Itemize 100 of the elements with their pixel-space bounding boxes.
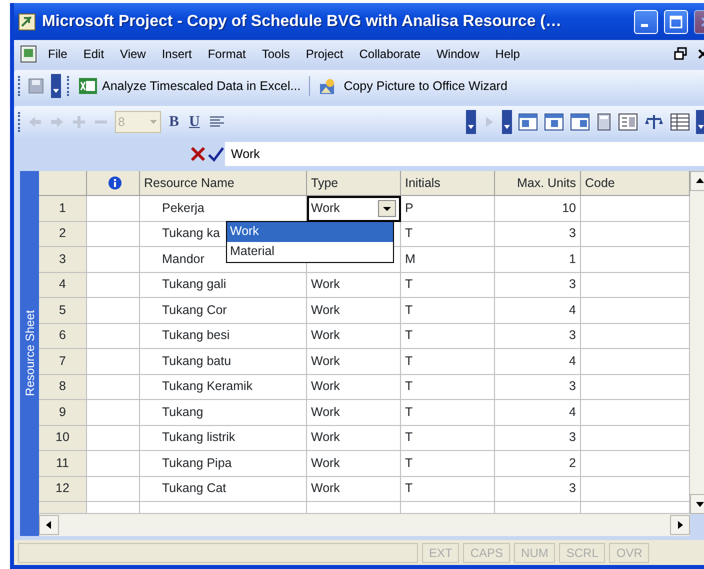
menu-item[interactable]: File [40,43,76,65]
row-number[interactable]: 4 [39,272,87,298]
view-icon[interactable] [570,113,590,131]
row-number[interactable]: 8 [39,374,87,400]
balance-icon[interactable] [644,113,664,131]
scroll-right-button[interactable] [670,515,690,535]
scroll-up-button[interactable] [690,171,704,191]
scroll-down-button[interactable] [690,494,704,514]
underline-button[interactable]: U [187,108,202,136]
table-cell: Work [307,272,401,298]
table-cell: 4 [495,400,581,426]
status-indicator: NUM [514,542,556,562]
table-icon[interactable] [670,113,690,131]
row-number [39,502,87,514]
view-label: Resource Sheet [22,310,38,397]
table-cell: 4 [495,349,581,374]
form-icon[interactable] [618,113,638,131]
bold-button[interactable]: B [167,108,182,136]
save-icon[interactable] [27,77,45,95]
column-header[interactable]: Resource Name [140,171,307,196]
view-icon[interactable] [518,113,538,131]
status-indicator: SCRL [559,542,606,562]
table-cell: Work [307,374,401,400]
table-cell: Tukang batu [140,349,307,374]
row-number[interactable]: 7 [39,349,87,374]
analyze-excel-button[interactable]: Analyze Timescaled Data in Excel... [76,74,303,98]
copy-picture-button[interactable]: Copy Picture to Office Wizard [316,74,510,98]
caret-icon [150,119,158,125]
chevron-icon[interactable] [502,110,512,134]
chevron-icon[interactable] [466,110,476,134]
row-number[interactable]: 2 [39,222,87,247]
status-indicator: EXT [422,542,460,562]
app-icon [18,12,36,30]
horizontal-scrollbar[interactable] [39,514,690,536]
row-number[interactable]: 11 [39,451,87,476]
menu-item[interactable]: Project [298,43,352,65]
column-header[interactable]: Initials [401,171,495,196]
table-cell: Tukang Pipa [140,451,307,476]
row-number[interactable]: 6 [39,324,87,349]
menu-item[interactable]: Help [487,43,528,65]
table-cell: T [401,400,495,426]
table-cell: 3 [495,374,581,400]
row-number[interactable]: 1 [39,196,87,222]
table-cell: T [401,426,495,451]
table-cell [87,400,140,426]
vertical-scrollbar[interactable] [690,171,704,514]
table-cell: 3 [495,324,581,349]
table-cell: Work [307,324,401,349]
right-arrow-icon [677,521,683,529]
chevron-icon[interactable] [51,74,61,98]
restore-icon[interactable] [674,47,688,61]
table-cell: Tukang Cat [140,476,307,502]
entry-field[interactable]: Work [225,142,704,166]
table-cell: Tukang Cor [140,298,307,324]
chevron-icon[interactable] [696,110,704,134]
table-cell: 3 [495,272,581,298]
dropdown-option[interactable]: Material [227,242,393,262]
table-cell: Tukang listrik [140,426,307,451]
menu-item[interactable]: Edit [75,43,112,65]
menu-item[interactable]: Tools [254,43,298,65]
table-cell: T [401,272,495,298]
info-icon [108,176,122,190]
status-indicator: CAPS [463,542,510,562]
table-cell: 1 [495,247,581,272]
cancel-icon[interactable] [189,145,207,163]
scroll-left-button[interactable] [39,515,59,535]
view-icon[interactable] [544,113,564,131]
dropdown-option[interactable]: Work [227,222,393,242]
table-cell: 3 [495,476,581,502]
column-header[interactable]: Code [581,171,690,196]
menu-item[interactable]: Collaborate [351,43,429,65]
table-cell: 3 [495,426,581,451]
minimize-button[interactable] [634,10,658,34]
table-cell [87,324,140,349]
table-cell [87,374,140,400]
row-number[interactable]: 9 [39,400,87,426]
row-number[interactable]: 5 [39,298,87,324]
table-cell: T [401,298,495,324]
column-header[interactable]: Max. Units [495,171,581,196]
check-icon[interactable] [207,145,225,163]
calculator-icon[interactable] [596,113,612,131]
table-cell: Tukang Keramik [140,374,307,400]
maximize-icon [669,14,683,28]
maximize-button[interactable] [664,10,688,34]
row-number[interactable]: 3 [39,247,87,272]
menu-item[interactable]: Window [428,43,488,65]
table-cell: Work [307,451,401,476]
row-number[interactable]: 10 [39,426,87,451]
table-cell: M [401,247,495,272]
table-cell: T [401,222,495,247]
menu-item[interactable]: Format [200,43,254,65]
table-cell: Work [307,476,401,502]
minimize-icon [640,24,648,27]
table-cell [87,298,140,324]
down-arrow-icon [696,501,704,507]
row-number[interactable]: 12 [39,476,87,502]
dropdown-button[interactable] [378,200,396,217]
menu-item[interactable]: Insert [154,43,200,65]
column-header[interactable]: Type [307,171,401,196]
menu-item[interactable]: View [112,43,154,65]
